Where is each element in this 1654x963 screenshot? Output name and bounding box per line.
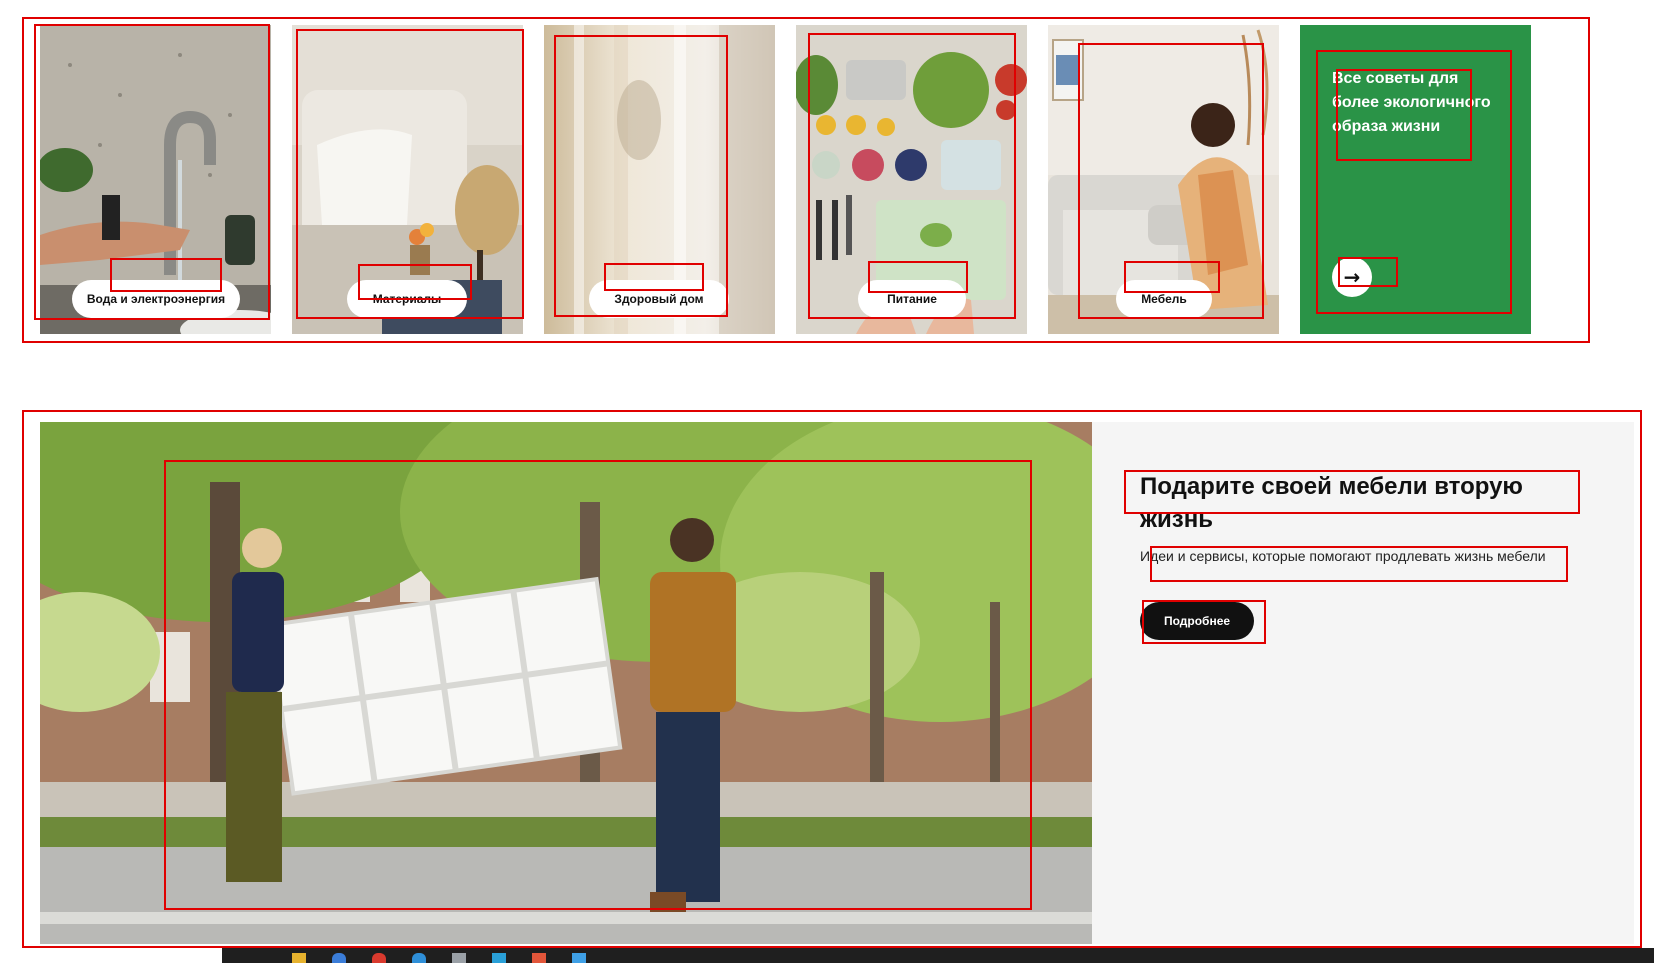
arrow-right-button[interactable]: → [1332,257,1372,297]
tile-label: Материалы [372,292,442,306]
all-eco-tips-text: Все советы для более экологичного образа… [1332,70,1491,135]
app-icon[interactable] [412,953,426,963]
all-eco-tips-card[interactable]: Все советы для более экологичного образа… [1300,25,1531,334]
tile-label: Мебель [1141,292,1187,306]
tile-label: Питание [887,292,937,306]
app-icon[interactable] [492,953,506,963]
app-icon[interactable] [452,953,466,963]
eco-tile-materials[interactable]: Материалы [292,25,523,334]
banner-subtitle: Идеи и сервисы, которые помогают продлев… [1140,548,1546,564]
arrow-right-icon: → [1343,265,1361,289]
tile-label-pill: Вода и электроэнергия [72,280,240,318]
eco-tile-water-energy[interactable]: Вода и электроэнергия [40,25,271,334]
eco-tile-furniture[interactable]: Мебель [1048,25,1279,334]
tile-label: Вода и электроэнергия [86,292,226,306]
eco-tile-nutrition[interactable]: Питание [796,25,1027,334]
app-icon[interactable] [572,953,586,963]
tile-label-pill: Материалы [347,280,467,318]
app-icon[interactable] [332,953,346,963]
more-details-button[interactable]: Подробнее [1140,602,1254,640]
app-icon[interactable] [532,953,546,963]
taskbar [222,948,1654,963]
banner-title: Подарите своей мебели вторую жизнь [1140,473,1523,533]
browser-icon[interactable] [372,953,386,963]
banner-info-panel: Подарите своей мебели вторую жизнь Идеи … [1092,422,1634,944]
folder-icon[interactable] [292,953,306,963]
banner-photo [40,422,1092,944]
tile-label-pill: Питание [858,280,966,318]
eco-tile-healthy-home[interactable]: Здоровый дом [544,25,775,334]
tile-label-pill: Здоровый дом [589,280,729,318]
tile-label: Здоровый дом [614,292,704,306]
tile-label-pill: Мебель [1116,280,1212,318]
